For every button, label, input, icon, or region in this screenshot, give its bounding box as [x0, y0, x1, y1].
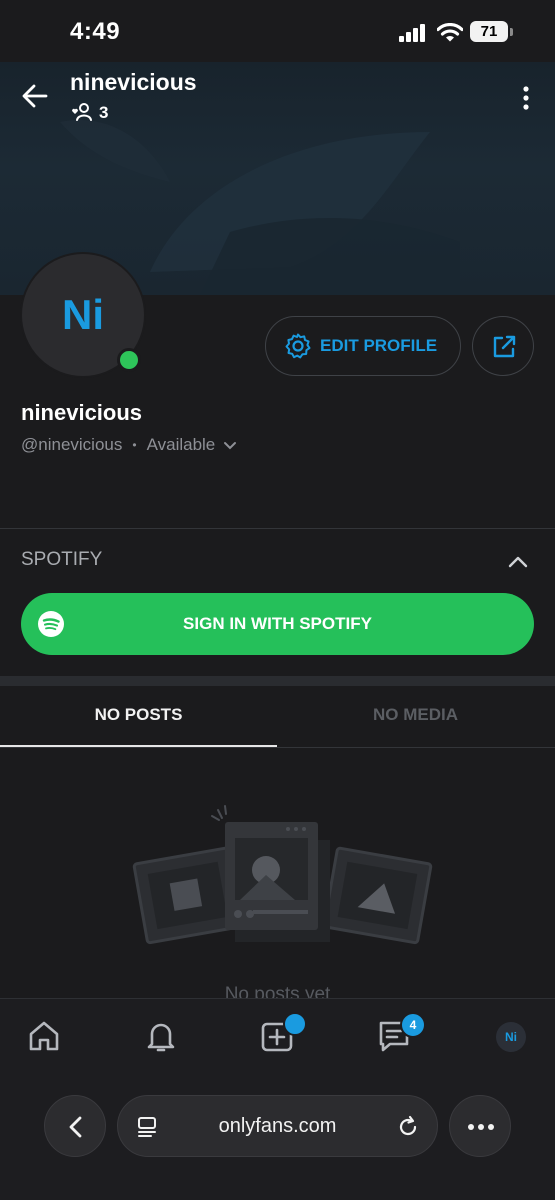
more-options-icon[interactable]: [521, 86, 531, 110]
back-arrow-icon[interactable]: [22, 84, 48, 108]
tabs-divider: [0, 747, 555, 748]
availability-dropdown[interactable]: Available: [147, 435, 216, 455]
url-text: onlyfans.com: [218, 1115, 337, 1137]
fans-icon: [72, 103, 92, 121]
chevron-up-icon[interactable]: [507, 554, 529, 568]
fans-count: 3: [99, 103, 109, 122]
display-name: ninevicious: [21, 400, 143, 425]
browser-back-button[interactable]: [44, 1095, 106, 1157]
sign-in-spotify-button[interactable]: SIGN IN WITH SPOTIFY: [21, 593, 534, 655]
chevron-down-icon[interactable]: [223, 440, 237, 450]
more-horizontal-icon: [468, 1124, 494, 1130]
share-icon: [493, 335, 516, 358]
handle-row: @ninevicious • Available: [21, 435, 237, 455]
share-button[interactable]: [472, 316, 534, 376]
header-title: ninevicious: [70, 69, 197, 95]
spotify-section-title: SPOTIFY: [21, 549, 103, 570]
username-handle: @ninevicious: [21, 435, 123, 454]
battery-indicator: 71: [470, 21, 508, 42]
battery-tip: [510, 28, 513, 36]
status-time: 4:49: [70, 18, 121, 45]
wifi-icon: [437, 23, 463, 42]
tab-media[interactable]: NO MEDIA: [277, 705, 554, 725]
browser-menu-button[interactable]: [449, 1095, 511, 1157]
bottom-nav-divider: [0, 998, 555, 999]
messages-badge: 4: [400, 1012, 426, 1038]
separator-dot: •: [132, 438, 137, 452]
edit-profile-button[interactable]: EDIT PROFILE: [265, 316, 461, 376]
online-status-dot: [117, 348, 141, 372]
status-bar: 4:49 71: [0, 0, 555, 62]
section-divider: [0, 528, 555, 529]
empty-posts-illustration: [132, 805, 433, 945]
reload-icon[interactable]: [396, 1115, 420, 1139]
section-separator: [0, 676, 555, 686]
address-bar[interactable]: onlyfans.com: [117, 1095, 438, 1157]
edit-profile-label: EDIT PROFILE: [320, 336, 438, 355]
home-icon[interactable]: [26, 1018, 62, 1054]
bell-icon[interactable]: [143, 1018, 179, 1054]
tab-posts[interactable]: NO POSTS: [0, 705, 277, 725]
gear-icon: [285, 333, 311, 359]
profile-avatar-nav[interactable]: Ni: [496, 1022, 526, 1052]
signal-icon: [399, 24, 425, 42]
new-post-dot: [283, 1012, 307, 1036]
chevron-left-icon: [69, 1116, 82, 1138]
sign-in-spotify-label: SIGN IN WITH SPOTIFY: [183, 614, 372, 633]
